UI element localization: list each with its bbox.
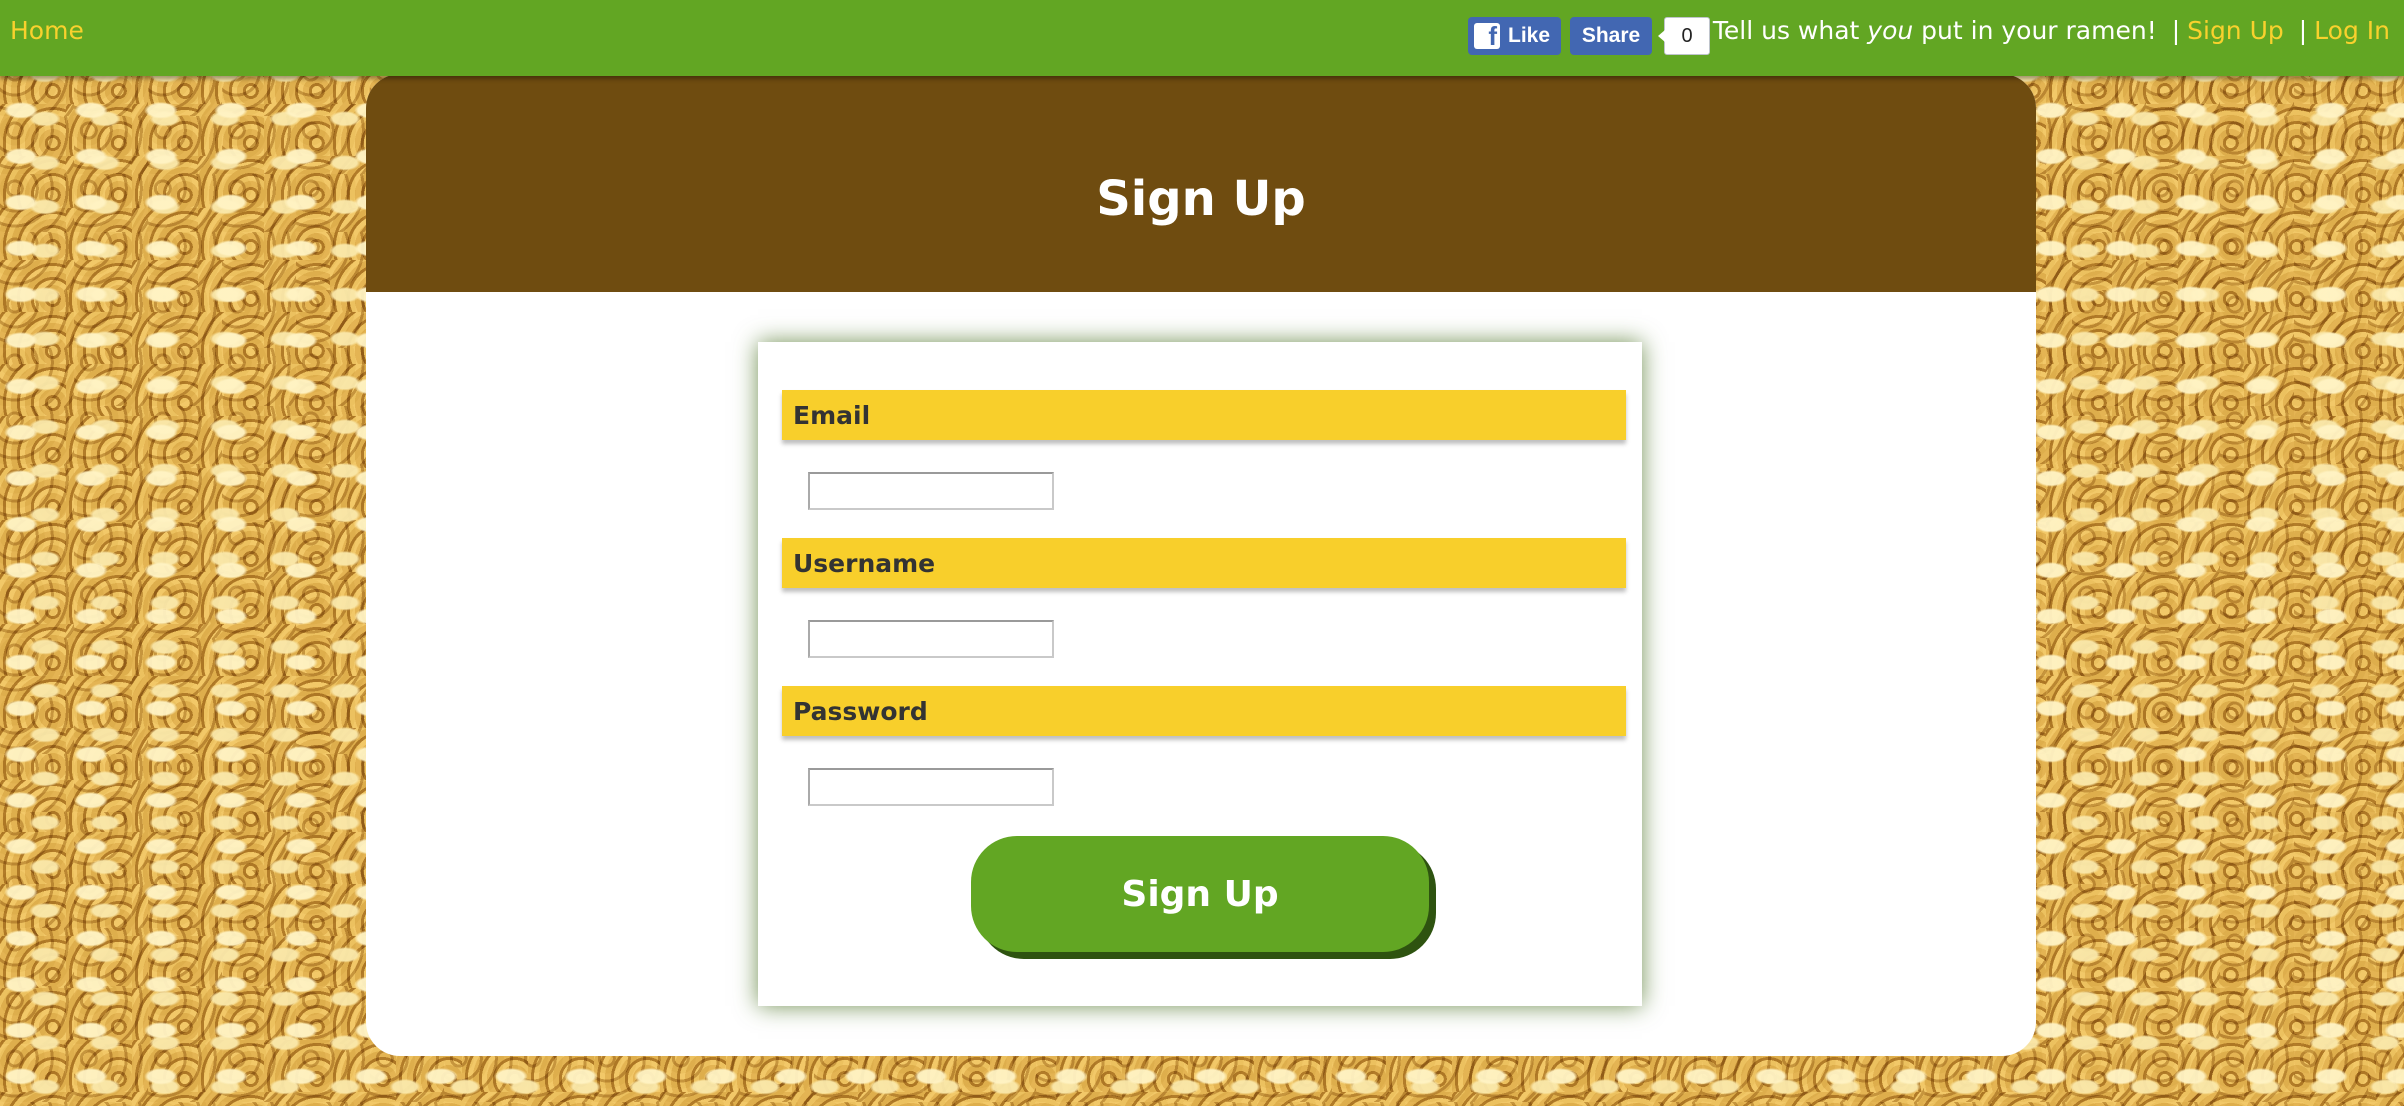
home-link[interactable]: Home (10, 16, 84, 45)
signup-link[interactable]: Sign Up (2187, 16, 2284, 45)
facebook-share-label: Share (1581, 24, 1641, 47)
share-count-value: 0 (1681, 24, 1693, 47)
login-link[interactable]: Log In (2314, 16, 2390, 45)
panel-header: Sign Up (366, 74, 2036, 292)
tagline-end: put in your ramen! (1913, 16, 2157, 45)
tagline-emphasis: you (1867, 16, 1914, 45)
tagline-start: Tell us what (1712, 16, 1868, 45)
facebook-share-button[interactable]: Share (1570, 17, 1652, 55)
password-label: Password (782, 686, 1626, 736)
nav-separator: | (2298, 16, 2308, 45)
page-title: Sign Up (1096, 171, 1306, 227)
share-count-badge: 0 (1658, 17, 1710, 55)
nav-right-group: Tell us what you put in your ramen! | Sig… (1713, 16, 2390, 45)
facebook-like-button[interactable]: Like (1468, 17, 1561, 55)
email-field[interactable] (808, 472, 1054, 510)
password-field[interactable] (808, 768, 1054, 806)
facebook-icon (1474, 21, 1500, 52)
signup-submit-button[interactable]: Sign Up (971, 836, 1429, 952)
nav-separator: | (2171, 16, 2181, 45)
username-label: Username (782, 538, 1626, 588)
username-field[interactable] (808, 620, 1054, 658)
facebook-like-label: Like (1508, 24, 1551, 47)
signup-form: Email Username Password Sign Up (758, 342, 1642, 1006)
email-label: Email (782, 390, 1626, 440)
signup-panel: Sign Up Email Username Password Sign Up (366, 74, 2036, 1056)
top-nav-bar: Home Like Share 0 Tell us what you put i… (0, 0, 2404, 76)
